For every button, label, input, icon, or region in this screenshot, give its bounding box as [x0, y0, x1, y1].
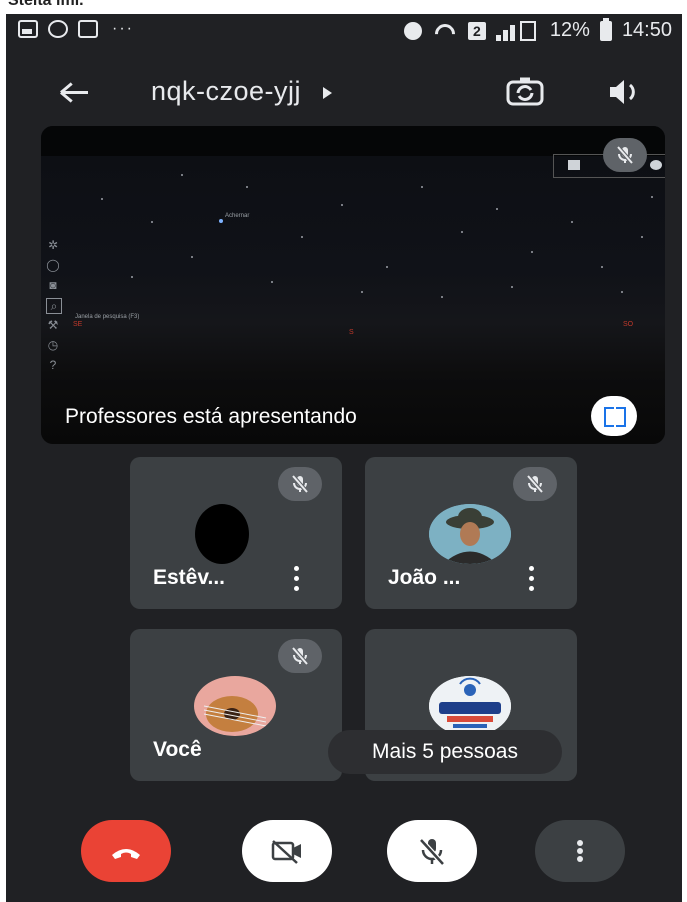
presenter-mic-off-icon: [603, 138, 647, 172]
stellarium-toolbar: ✲ ◯ ◙ ⌕ ⚒ ◷ ?: [41, 238, 65, 413]
sim-badge: 2: [467, 21, 486, 40]
meeting-code: nqk-czoe-yjj: [151, 76, 302, 106]
switch-camera-icon[interactable]: [506, 76, 546, 108]
more-people-button[interactable]: Mais 5 pessoas: [328, 730, 562, 774]
alarm-icon: [403, 21, 422, 40]
compass-southeast: SE: [73, 321, 83, 328]
compass-southwest: SO: [623, 321, 634, 328]
back-arrow-icon[interactable]: [56, 74, 96, 110]
clock: 14:50: [621, 19, 672, 41]
meet-screen: ··· 2 12% 14:50 nqk-czoe-yjj Achernar Ja…: [6, 14, 682, 902]
wifi-icon: [432, 22, 458, 40]
caret-right-icon: [323, 86, 333, 99]
end-call-icon: [112, 849, 140, 859]
cropped-header-text: Stelta iml.: [8, 0, 84, 9]
avatar: [429, 504, 511, 564]
participant-name: Estêv...: [153, 566, 225, 589]
mic-off-icon: [513, 467, 557, 501]
compass-south: S: [349, 329, 354, 336]
presentation-tile[interactable]: Achernar Janela de pesquisa (F3) SE S SO…: [41, 126, 665, 444]
more-vert-icon[interactable]: [289, 564, 303, 594]
pinterest-icon: [48, 20, 68, 38]
image-icon: [18, 20, 38, 38]
participant-name: Você: [153, 738, 202, 761]
battery-percent: 12%: [549, 19, 590, 41]
status-bar: ··· 2 12% 14:50: [6, 14, 682, 50]
participant-tile-joao[interactable]: João ...: [365, 457, 577, 609]
avatar: [194, 676, 276, 736]
mic-off-icon: [278, 467, 322, 501]
more-options-button[interactable]: [535, 820, 625, 882]
more-dots-icon: ···: [112, 20, 134, 37]
mic-off-icon: [419, 838, 445, 866]
end-call-button[interactable]: [81, 820, 171, 882]
avatar: [195, 504, 249, 564]
voicemail-icon: [78, 20, 98, 38]
star-label: Achernar: [225, 213, 250, 219]
camera-off-icon: [271, 840, 301, 864]
participant-tile-self[interactable]: Você: [130, 629, 342, 781]
app-bar: nqk-czoe-yjj: [6, 66, 682, 118]
mic-off-icon: [278, 639, 322, 673]
more-vert-icon[interactable]: [524, 564, 538, 594]
presenting-label: Professores está apresentando: [65, 405, 357, 428]
signal-icon: [495, 20, 540, 41]
participant-name: João ...: [388, 566, 461, 589]
school-logo-avatar: [429, 676, 511, 736]
mic-toggle-button[interactable]: [387, 820, 477, 882]
meeting-code-button[interactable]: nqk-czoe-yjj: [151, 76, 333, 107]
camera-toggle-button[interactable]: [242, 820, 332, 882]
more-vert-icon: [577, 840, 583, 862]
fullscreen-icon[interactable]: [591, 396, 637, 436]
speaker-icon[interactable]: [606, 76, 646, 108]
participant-tile-estevao[interactable]: Estêv...: [130, 457, 342, 609]
search-window-label: Janela de pesquisa (F3): [75, 314, 140, 320]
battery-icon: [599, 17, 612, 41]
